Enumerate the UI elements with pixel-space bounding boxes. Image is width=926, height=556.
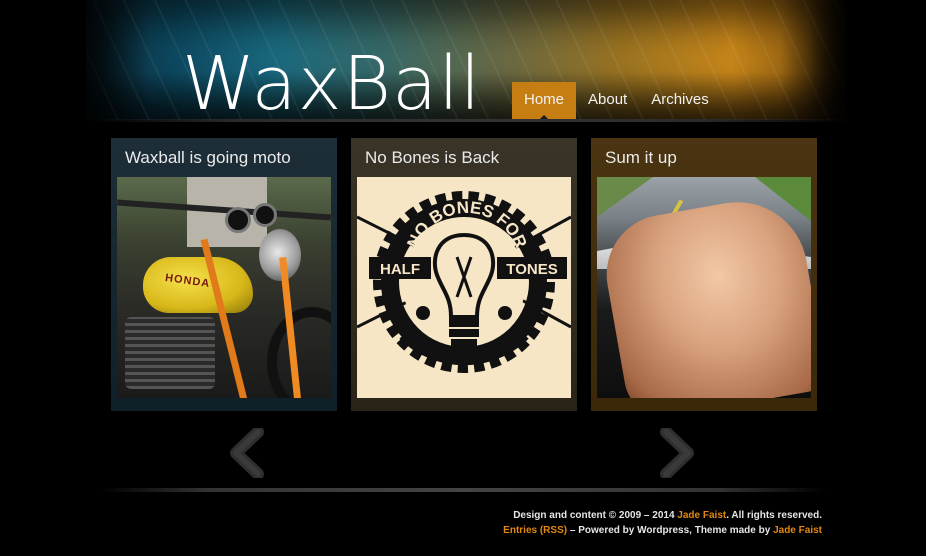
footer-copyright: Design and content © 2009 – 2014 Jade Fa… xyxy=(503,508,822,523)
poster-right-text: TONES xyxy=(506,261,557,278)
post-title[interactable]: No Bones is Back xyxy=(357,138,571,177)
banner-fade xyxy=(780,0,860,122)
motorcycle-photo[interactable]: HONDA xyxy=(117,177,331,398)
site-logo[interactable]: WaxBall xyxy=(182,44,482,122)
no-bones-logo[interactable]: NO BONES FOR HALF TONES xyxy=(357,177,571,398)
rights-text: . All rights reserved. xyxy=(726,510,822,521)
photo-detail xyxy=(597,191,811,398)
copyright-text: Design and content © 2009 – 2014 xyxy=(513,510,675,521)
photo-detail xyxy=(597,177,653,217)
main-nav: Home About Archives xyxy=(512,82,721,120)
footer: Design and content © 2009 – 2014 Jade Fa… xyxy=(503,508,822,538)
photo-detail xyxy=(253,203,277,227)
author-link[interactable]: Jade Faist xyxy=(677,510,726,521)
banner-fade xyxy=(60,0,150,122)
header: WaxBall Home About Archives xyxy=(0,0,926,122)
no-bones-logo-graphic: NO BONES FOR HALF TONES xyxy=(357,191,571,373)
nav-home[interactable]: Home xyxy=(512,82,577,120)
post-title[interactable]: Sum it up xyxy=(597,138,811,177)
header-divider xyxy=(90,119,850,122)
theme-author-link[interactable]: Jade Faist xyxy=(773,525,822,536)
photo-detail xyxy=(225,207,251,233)
nav-archives[interactable]: Archives xyxy=(639,82,721,120)
photo-detail xyxy=(125,317,215,389)
post-card[interactable]: Sum it up xyxy=(591,138,817,411)
footer-divider xyxy=(100,488,826,492)
rss-link[interactable]: Entries (RSS) xyxy=(503,525,567,536)
chevron-right-icon[interactable] xyxy=(660,428,696,478)
chevron-left-icon[interactable] xyxy=(228,428,264,478)
post-card[interactable]: No Bones is Back NO BONES FOR HALF TONES xyxy=(351,138,577,411)
poster-left-text: HALF xyxy=(380,261,420,278)
post-card[interactable]: Waxball is going moto HONDA xyxy=(111,138,337,411)
nav-about[interactable]: About xyxy=(576,82,639,120)
driving-hand-photo[interactable] xyxy=(597,177,811,398)
post-title[interactable]: Waxball is going moto xyxy=(117,138,331,177)
footer-credits: Entries (RSS) – Powered by Wordpress, Th… xyxy=(503,523,822,538)
powered-by-text: – Powered by Wordpress, Theme made by xyxy=(567,525,774,536)
